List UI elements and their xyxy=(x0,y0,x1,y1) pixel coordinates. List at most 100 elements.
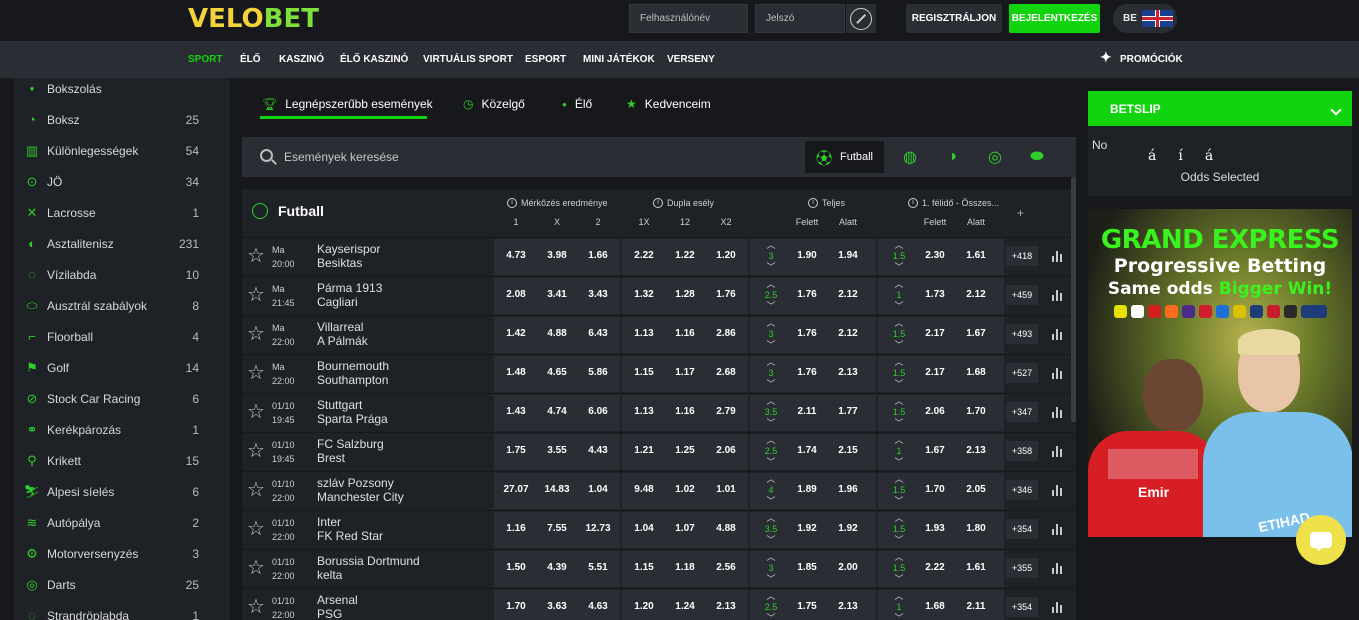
stats-icon[interactable] xyxy=(1052,289,1064,301)
odd-away[interactable]: 1.66 xyxy=(578,250,618,261)
sidebar-item[interactable]: ◎ Darts 25 xyxy=(14,569,230,600)
total-line-stepper[interactable]: ︿ 4 ﹀ xyxy=(763,474,779,507)
half-line-stepper[interactable]: ︿ 1.5 ﹀ xyxy=(891,474,907,507)
odd-draw[interactable]: 3.41 xyxy=(537,289,577,300)
odd-home[interactable]: 2.08 xyxy=(496,289,536,300)
event-teams[interactable]: Borussia Dortmund kelta xyxy=(317,554,420,582)
half-line-stepper[interactable]: ︿ 1 ﹀ xyxy=(891,591,907,620)
odd-over[interactable]: 1.76 xyxy=(787,289,827,300)
odd-draw[interactable]: 3.55 xyxy=(537,445,577,456)
event-teams[interactable]: FC Salzburg Brest xyxy=(317,437,384,465)
odd-12[interactable]: 1.25 xyxy=(665,445,705,456)
more-markets-button[interactable]: +459 xyxy=(1006,285,1038,305)
odd-1x[interactable]: 1.15 xyxy=(624,367,664,378)
stats-icon[interactable] xyxy=(1052,484,1064,496)
odd-away[interactable]: 4.63 xyxy=(578,601,618,612)
favorite-star-icon[interactable]: ☆ xyxy=(247,597,265,617)
odd-away[interactable]: 6.06 xyxy=(578,406,618,417)
odd-over[interactable]: 1.75 xyxy=(787,601,827,612)
login-button[interactable]: BEJELENTKEZÉS xyxy=(1009,4,1100,33)
odd-under[interactable]: 2.13 xyxy=(828,367,868,378)
odd-under[interactable]: 2.13 xyxy=(828,601,868,612)
event-row[interactable]: ☆ Ma 22:00 Villarreal A Pálmák 1.42 4.88 6.43 1.… xyxy=(242,315,1076,353)
odd-1x[interactable]: 9.48 xyxy=(624,484,664,495)
sidebar-item[interactable]: ⛷ Alpesi síelés 6 xyxy=(14,476,230,507)
half-line-stepper[interactable]: ︿ 1.5 ﹀ xyxy=(891,513,907,546)
odd-over[interactable]: 2.11 xyxy=(787,406,827,417)
odd-12[interactable]: 1.17 xyxy=(665,367,705,378)
total-line-stepper[interactable]: ︿ 2.5 ﹀ xyxy=(763,435,779,468)
sidebar-item[interactable]: ◔ Boksz 25 xyxy=(14,104,230,135)
odd-x2[interactable]: 1.01 xyxy=(706,484,746,495)
odd-x2[interactable]: 1.76 xyxy=(706,289,746,300)
sidebar-item[interactable]: ◌ Vízilabda 10 xyxy=(14,259,230,290)
favorite-star-icon[interactable]: ☆ xyxy=(247,285,265,305)
event-teams[interactable]: Stuttgart Sparta Prága xyxy=(317,398,388,426)
odd-draw[interactable]: 14.83 xyxy=(537,484,577,495)
event-teams[interactable]: Bournemouth Southampton xyxy=(317,359,389,387)
event-row[interactable]: ☆ 01/10 22:00 Inter FK Red Star 1.16 7.55 12.73… xyxy=(242,510,1076,548)
odd-1x[interactable]: 1.32 xyxy=(624,289,664,300)
sidebar-item[interactable]: ≋ Autópálya 2 xyxy=(14,507,230,538)
odd-1x[interactable]: 1.13 xyxy=(624,328,664,339)
event-teams[interactable]: Pármа 1913 Cagliari xyxy=(317,281,382,309)
nav-live[interactable]: ÉLŐ xyxy=(240,54,261,65)
nav-live-casino[interactable]: ÉLŐ KASZINÓ xyxy=(340,54,408,65)
odd-12[interactable]: 1.16 xyxy=(665,406,705,417)
favorite-star-icon[interactable]: ☆ xyxy=(247,363,265,383)
odd-half-over[interactable]: 1.93 xyxy=(915,523,955,534)
half-line-stepper[interactable]: ︿ 1.5 ﹀ xyxy=(891,357,907,390)
odd-over[interactable]: 1.74 xyxy=(787,445,827,456)
odd-half-over[interactable]: 1.67 xyxy=(915,445,955,456)
odd-half-over[interactable]: 1.68 xyxy=(915,601,955,612)
sidebar-item[interactable]: ⚙ Motorversenyzés 3 xyxy=(14,538,230,569)
odd-over[interactable]: 1.76 xyxy=(787,328,827,339)
odd-home[interactable]: 1.48 xyxy=(496,367,536,378)
odd-over[interactable]: 1.85 xyxy=(787,562,827,573)
odd-under[interactable]: 2.00 xyxy=(828,562,868,573)
sidebar-item[interactable]: ⚑ Golf 14 xyxy=(14,352,230,383)
odd-draw[interactable]: 4.65 xyxy=(537,367,577,378)
event-row[interactable]: ☆ Ma 20:00 Kayserispor Besiktas 4.73 3.98 1.66 2… xyxy=(242,237,1076,275)
odd-12[interactable]: 1.28 xyxy=(665,289,705,300)
favorite-star-icon[interactable]: ☆ xyxy=(247,441,265,461)
odd-half-over[interactable]: 1.73 xyxy=(915,289,955,300)
sidebar-item[interactable]: ⌐ Floorball 4 xyxy=(14,321,230,352)
odd-home[interactable]: 1.50 xyxy=(496,562,536,573)
odd-under[interactable]: 1.96 xyxy=(828,484,868,495)
odd-half-under[interactable]: 2.11 xyxy=(956,601,996,612)
sidebar-item[interactable]: ⚲ Krikett 15 xyxy=(14,445,230,476)
sidebar-item[interactable]: ⬭ Ausztrál szabályok 8 xyxy=(14,290,230,321)
event-teams[interactable]: Villarreal A Pálmák xyxy=(317,320,368,348)
half-line-stepper[interactable]: ︿ 1 ﹀ xyxy=(891,435,907,468)
odd-home[interactable]: 1.70 xyxy=(496,601,536,612)
odd-away[interactable]: 3.43 xyxy=(578,289,618,300)
add-column-button[interactable]: + xyxy=(1017,206,1024,220)
odd-half-over[interactable]: 2.30 xyxy=(915,250,955,261)
odd-half-over[interactable]: 2.22 xyxy=(915,562,955,573)
total-line-stepper[interactable]: ︿ 2.5 ﹀ xyxy=(763,591,779,620)
odd-over[interactable]: 1.92 xyxy=(787,523,827,534)
fingerprint-icon[interactable] xyxy=(846,4,876,33)
odd-half-under[interactable]: 1.68 xyxy=(956,367,996,378)
odd-away[interactable]: 1.04 xyxy=(578,484,618,495)
nav-sport[interactable]: SPORT xyxy=(188,54,222,65)
event-row[interactable]: ☆ 01/10 19:45 Stuttgart Sparta Prága 1.43 4.74… xyxy=(242,393,1076,431)
odd-half-under[interactable]: 1.61 xyxy=(956,562,996,573)
odd-x2[interactable]: 2.56 xyxy=(706,562,746,573)
odd-half-under[interactable]: 2.13 xyxy=(956,445,996,456)
odd-12[interactable]: 1.24 xyxy=(665,601,705,612)
stats-icon[interactable] xyxy=(1052,445,1064,457)
half-line-stepper[interactable]: ︿ 1.5 ﹀ xyxy=(891,240,907,273)
event-teams[interactable]: Kayserispor Besiktas xyxy=(317,242,380,270)
event-row[interactable]: ☆ Ma 22:00 Bournemouth Southampton 1.48 4.65 5.… xyxy=(242,354,1076,392)
odd-home[interactable]: 1.75 xyxy=(496,445,536,456)
odd-half-over[interactable]: 2.17 xyxy=(915,367,955,378)
username-input[interactable]: Felhasználónév xyxy=(629,4,748,33)
search-input[interactable]: Események keresése xyxy=(284,150,399,164)
tab-live[interactable]: ● Élő xyxy=(562,95,592,113)
total-line-stepper[interactable]: ︿ 3 ﹀ xyxy=(763,318,779,351)
odd-home[interactable]: 1.43 xyxy=(496,406,536,417)
odd-draw[interactable]: 3.98 xyxy=(537,250,577,261)
favorite-star-icon[interactable]: ☆ xyxy=(247,519,265,539)
